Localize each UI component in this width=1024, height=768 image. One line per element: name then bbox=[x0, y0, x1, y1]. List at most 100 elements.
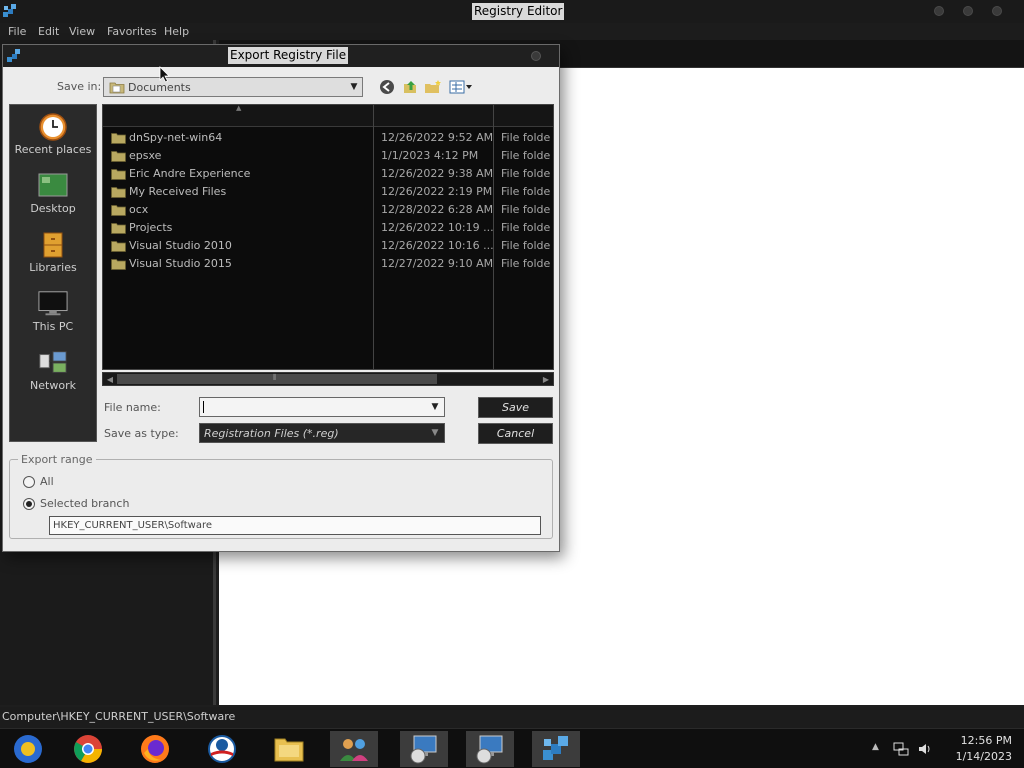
place-network[interactable]: Network bbox=[10, 345, 96, 401]
taskbar-app-file-explorer[interactable] bbox=[265, 731, 313, 767]
folder-icon bbox=[111, 187, 126, 198]
computer-monitor-icon bbox=[38, 291, 68, 316]
blue-app-icon bbox=[14, 735, 42, 763]
place-label: Libraries bbox=[29, 261, 77, 274]
file-row[interactable]: Eric Andre Experience 12/26/2022 9:38 AM F… bbox=[103, 165, 553, 183]
taskbar-app-chrome[interactable] bbox=[64, 731, 112, 767]
taskbar: ▲ 12:56 PM 1/14/2023 bbox=[0, 728, 1024, 768]
file-date-modified: 12/27/2022 9:10 AM bbox=[381, 257, 494, 270]
scrollbar-thumb[interactable] bbox=[117, 374, 437, 384]
sort-indicator-icon: ▲ bbox=[236, 104, 242, 112]
place-libraries[interactable]: Libraries bbox=[10, 227, 96, 283]
place-recent-places[interactable]: Recent places bbox=[10, 109, 96, 165]
file-name-input[interactable]: ▼ bbox=[199, 397, 445, 417]
dialog-close-button[interactable] bbox=[531, 51, 541, 61]
taskbar-app-remote-desktop-1[interactable] bbox=[400, 731, 448, 767]
new-folder-button[interactable] bbox=[423, 77, 443, 97]
taskbar-app-obama-logo[interactable] bbox=[198, 731, 246, 767]
file-type: File folde bbox=[501, 221, 551, 234]
place-label: This PC bbox=[32, 320, 74, 333]
cancel-button[interactable]: Cancel bbox=[478, 423, 553, 444]
registry-editor-icon bbox=[7, 49, 20, 62]
folder-icon bbox=[111, 241, 126, 252]
chevron-down-icon[interactable]: ▼ bbox=[428, 398, 442, 416]
new-folder-icon bbox=[425, 80, 441, 93]
chevron-down-icon[interactable]: ▼ bbox=[346, 78, 362, 96]
menu-favorites[interactable]: Favorites bbox=[107, 25, 157, 38]
dialog-title: Export Registry File bbox=[228, 47, 349, 64]
folder-icon bbox=[111, 223, 126, 234]
folder-icon bbox=[111, 133, 126, 144]
menu-view[interactable]: View bbox=[69, 25, 95, 38]
horizontal-scrollbar[interactable]: ◀ ⦀ ▶ bbox=[102, 372, 554, 386]
save-in-label: Save in: bbox=[57, 80, 102, 93]
dialog-titlebar: Export Registry File bbox=[3, 45, 559, 67]
radio-selected-branch-label[interactable]: Selected branch bbox=[40, 497, 129, 510]
file-name: epsxe bbox=[129, 149, 162, 162]
volume-icon[interactable] bbox=[917, 741, 933, 757]
save-as-type-dropdown[interactable]: Registration Files (*.reg) ▼ bbox=[199, 423, 445, 443]
minimize-button[interactable] bbox=[934, 6, 944, 16]
file-list-header[interactable]: ▲ bbox=[103, 104, 553, 127]
menu-file[interactable]: File bbox=[8, 25, 26, 38]
menu-help[interactable]: Help bbox=[164, 25, 189, 38]
folder-icon bbox=[111, 169, 126, 180]
folder-icon bbox=[111, 259, 126, 270]
place-this-pc[interactable]: This PC bbox=[10, 286, 96, 342]
selected-branch-value: HKEY_CURRENT_USER\Software bbox=[53, 520, 212, 531]
registry-editor-icon bbox=[3, 4, 16, 17]
taskbar-app-file-explorer-blue[interactable] bbox=[4, 731, 52, 767]
file-name: Visual Studio 2015 bbox=[129, 257, 232, 270]
file-row[interactable]: Projects 12/26/2022 10:19 ... File folde bbox=[103, 219, 553, 237]
clock-date: 1/14/2023 bbox=[955, 750, 1012, 763]
selected-branch-input[interactable]: HKEY_CURRENT_USER\Software bbox=[49, 516, 541, 535]
place-desktop[interactable]: Desktop bbox=[10, 168, 96, 224]
status-bar: Computer\HKEY_CURRENT_USER\Software bbox=[0, 707, 1024, 728]
file-list[interactable]: ▲ dnSpy-net-win64 12/26/2022 9:52 AM File … bbox=[102, 104, 554, 370]
system-clock[interactable]: 12:56 PM 1/14/2023 bbox=[956, 733, 1012, 765]
chevron-down-icon[interactable]: ▼ bbox=[428, 424, 442, 442]
file-name: ocx bbox=[129, 203, 149, 216]
save-button[interactable]: Save bbox=[478, 397, 553, 418]
file-type: File folde bbox=[501, 185, 551, 198]
save-in-dropdown[interactable]: Documents ▼ bbox=[103, 77, 363, 97]
export-range-legend: Export range bbox=[18, 453, 96, 466]
file-row[interactable]: epsxe 1/1/2023 4:12 PM File folde bbox=[103, 147, 553, 165]
remote-desktop-icon bbox=[410, 735, 437, 764]
export-registry-dialog: Export Registry File Save in: Documents … bbox=[2, 44, 560, 552]
menu-edit[interactable]: Edit bbox=[38, 25, 59, 38]
view-menu-button[interactable] bbox=[447, 77, 475, 97]
back-button[interactable] bbox=[377, 77, 397, 97]
taskbar-app-remote-desktop-2[interactable] bbox=[466, 731, 514, 767]
file-name: Projects bbox=[129, 221, 173, 234]
file-row[interactable]: ocx 12/28/2022 6:28 AM File folde bbox=[103, 201, 553, 219]
file-name: My Received Files bbox=[129, 185, 227, 198]
folder-icon bbox=[274, 738, 304, 762]
up-folder-button[interactable] bbox=[400, 77, 420, 97]
taskbar-app-registry-editor[interactable] bbox=[532, 731, 580, 767]
users-icon bbox=[340, 739, 368, 761]
radio-all[interactable] bbox=[23, 476, 35, 488]
maximize-button[interactable] bbox=[963, 6, 973, 16]
save-as-type-value: Registration Files (*.reg) bbox=[204, 427, 339, 440]
show-hidden-icons-icon[interactable]: ▲ bbox=[872, 742, 879, 752]
clock-icon bbox=[39, 113, 67, 141]
radio-selected-branch[interactable] bbox=[23, 498, 35, 510]
file-row[interactable]: My Received Files 12/26/2022 2:19 PM File … bbox=[103, 183, 553, 201]
file-row[interactable]: dnSpy-net-win64 12/26/2022 9:52 AM File fo… bbox=[103, 129, 553, 147]
file-date-modified: 12/28/2022 6:28 AM bbox=[381, 203, 494, 216]
file-type: File folde bbox=[501, 149, 551, 162]
close-button[interactable] bbox=[992, 6, 1002, 16]
file-type: File folde bbox=[501, 131, 551, 144]
file-row[interactable]: Visual Studio 2015 12/27/2022 9:10 AM File… bbox=[103, 255, 553, 273]
scroll-right-icon[interactable]: ▶ bbox=[540, 373, 552, 385]
taskbar-app-firefox[interactable] bbox=[131, 731, 179, 767]
network-status-icon[interactable] bbox=[893, 741, 909, 757]
scroll-left-icon[interactable]: ◀ bbox=[104, 373, 116, 385]
folder-icon bbox=[111, 151, 126, 162]
taskbar-app-network-users[interactable] bbox=[330, 731, 378, 767]
file-row[interactable]: Visual Studio 2010 12/26/2022 10:16 ... Fi… bbox=[103, 237, 553, 255]
firefox-icon bbox=[141, 735, 169, 763]
radio-all-label[interactable]: All bbox=[40, 475, 54, 488]
view-list-icon bbox=[449, 80, 472, 94]
